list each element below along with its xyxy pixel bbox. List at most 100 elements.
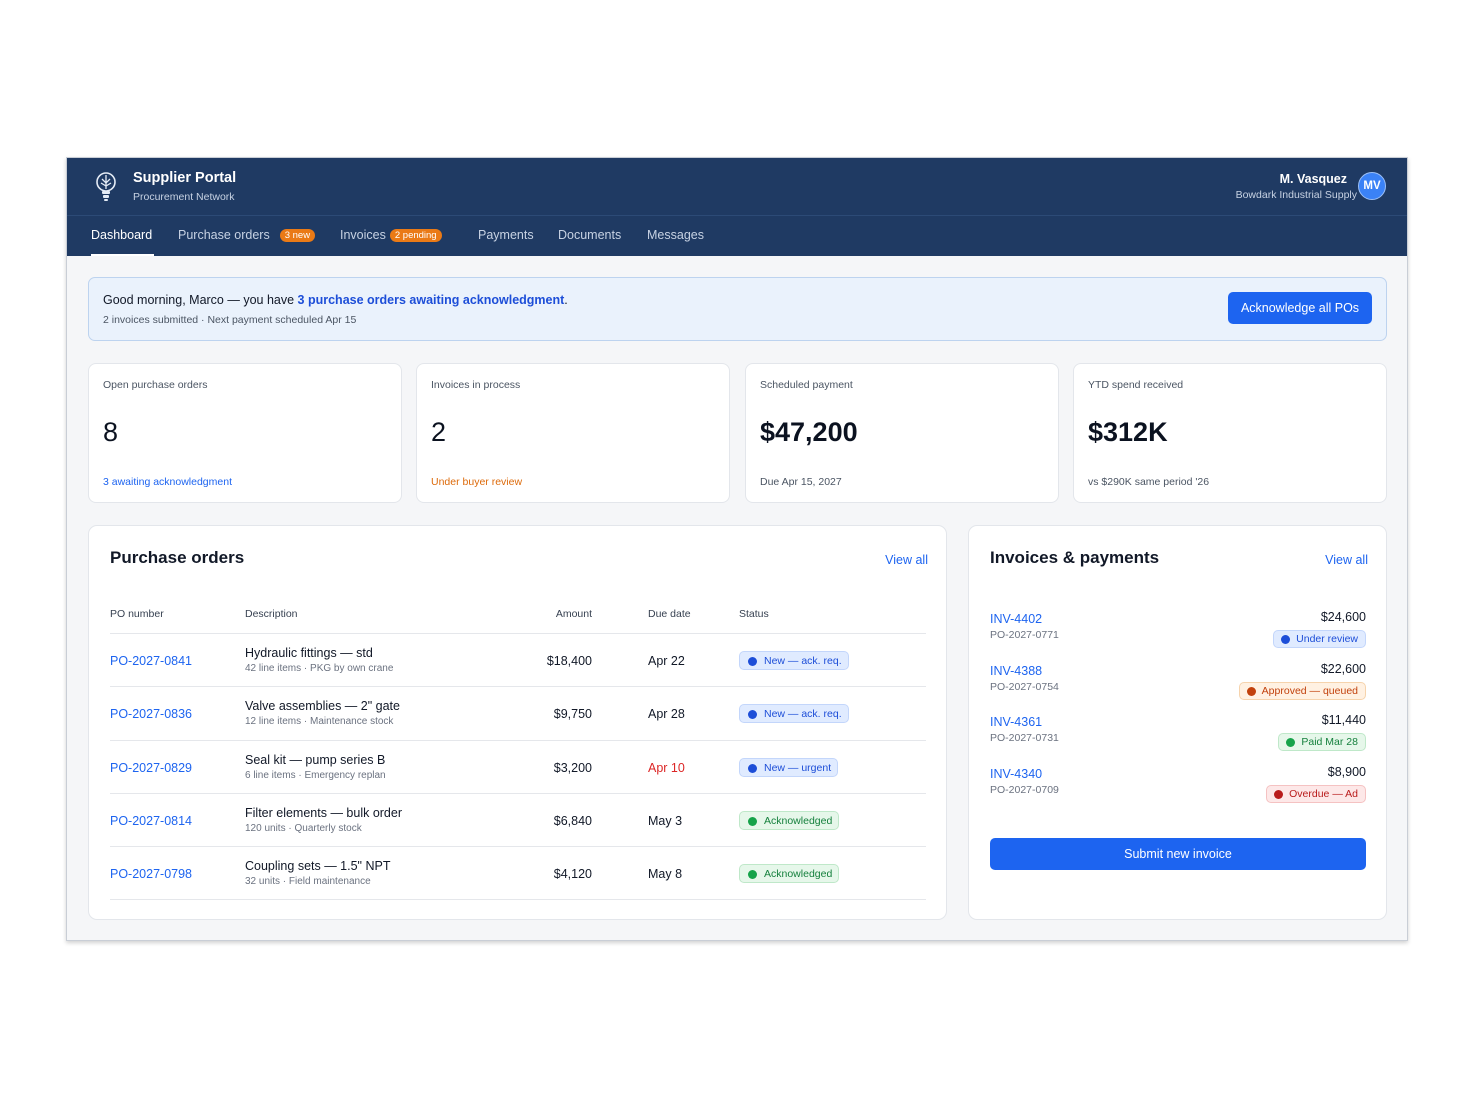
po-due-date: Apr 28 (648, 707, 685, 722)
banner-subtext: 2 invoices submitted · Next payment sche… (103, 314, 357, 326)
tab-purchase-orders[interactable]: Purchase orders 3 new (178, 228, 316, 242)
app-title: Supplier Portal (133, 170, 237, 186)
top-header: Supplier Portal Procurement Network M. V… (67, 158, 1407, 256)
status-badge: Paid Mar 28 (1278, 733, 1366, 751)
po-view-all-link[interactable]: View all (885, 553, 928, 567)
kpi-footnote: vs $290K same period '26 (1088, 476, 1210, 488)
status-badge: Acknowledged (739, 864, 840, 884)
status-text: New — urgent (764, 761, 832, 774)
po-description-detail: 42 line items · PKG by own crane (245, 663, 394, 674)
tab-payments-label: Payments (478, 228, 534, 242)
logo-icon (96, 172, 116, 201)
invoice-number-link[interactable]: INV-4402 (990, 612, 1042, 626)
invoices-badge: 2 pending (389, 229, 442, 242)
po-description: Filter elements — bulk order (245, 805, 403, 820)
kpi-footnote: Under buyer review (431, 476, 523, 488)
tab-messages[interactable]: Messages (647, 228, 704, 242)
status-dot-icon (1246, 687, 1256, 696)
po-description-detail: 120 units · Quarterly stock (245, 822, 362, 834)
col-description: Description (245, 608, 298, 620)
invoice-amount: $8,900 (1327, 765, 1366, 779)
table-row[interactable]: PO-2027-0829 Seal kit — pump series B 6 … (110, 741, 926, 794)
invoice-amount: $11,440 (1321, 713, 1366, 727)
status-badge: New — urgent (739, 757, 839, 777)
kpi-card-open-pos: Open purchase orders 8 3 awaiting acknow… (88, 363, 402, 503)
invoice-amount: $22,600 (1320, 662, 1366, 676)
po-number-link[interactable]: PO-2027-0836 (110, 707, 192, 721)
po-description-detail: 32 units · Field maintenance (245, 876, 371, 888)
status-dot-icon (1281, 635, 1291, 644)
status-dot-icon (748, 870, 757, 880)
po-number-link[interactable]: PO-2027-0814 (110, 814, 192, 828)
status-text: New — ack. req. (764, 708, 842, 721)
kpi-footnote: Due Apr 15, 2027 (760, 476, 842, 488)
app-subtitle: Procurement Network (133, 191, 235, 203)
po-number-link[interactable]: PO-2027-0829 (110, 761, 192, 775)
tab-payments[interactable]: Payments (478, 228, 534, 242)
tab-messages-label: Messages (647, 228, 704, 242)
invoice-number-link[interactable]: INV-4361 (990, 715, 1042, 729)
main-nav: Dashboard Purchase orders 3 new Invoices 2… (67, 215, 1407, 256)
list-item[interactable]: INV-4361 PO-2027-0731 $11,440 Paid Mar 2… (990, 713, 1366, 767)
user-name: M. Vasquez (1279, 172, 1347, 186)
list-item[interactable]: INV-4340 PO-2027-0709 $8,900 Overdue — A… (990, 765, 1366, 819)
invoice-number-link[interactable]: INV-4340 (990, 767, 1042, 781)
po-due-date: Apr 22 (648, 654, 685, 668)
po-description-detail: 6 line items · Emergency replan (245, 769, 386, 781)
list-item[interactable]: INV-4402 PO-2027-0771 $24,600 Under revi… (990, 610, 1366, 664)
po-description: Coupling sets — 1.5" NPT (245, 859, 391, 874)
status-dot-icon (1286, 738, 1296, 747)
po-description: Valve assemblies — 2" gate (245, 699, 400, 714)
table-row[interactable]: PO-2027-0841 Hydraulic fittings — std 42… (110, 634, 926, 688)
kpi-label: Invoices in process (431, 379, 521, 391)
kpi-footnote[interactable]: 3 awaiting acknowledgment (103, 476, 232, 488)
kpi-card-invoices: Invoices in process 2 Under buyer review (416, 363, 730, 503)
tab-dashboard[interactable]: Dashboard (91, 228, 152, 242)
app-window: Supplier Portal Procurement Network M. V… (66, 157, 1408, 941)
status-text: Acknowledged (764, 814, 833, 827)
banner-greeting: Good morning, Marco — you have (103, 293, 298, 307)
greeting-banner: Good morning, Marco — you have 3 purchas… (88, 277, 1387, 341)
po-number-link[interactable]: PO-2027-0841 (110, 654, 192, 668)
status-text: New — ack. req. (764, 655, 842, 667)
invoice-number-link[interactable]: INV-4388 (990, 664, 1042, 678)
status-badge: Overdue — Ad (1266, 785, 1366, 803)
kpi-label: Scheduled payment (760, 379, 853, 391)
list-item[interactable]: INV-4388 PO-2027-0754 $22,600 Approved —… (990, 662, 1366, 716)
po-amount: $18,400 (546, 654, 592, 668)
status-badge: New — ack. req. (739, 704, 849, 724)
tab-invoices-label: Invoices (340, 228, 386, 242)
tab-invoices[interactable]: Invoices 2 pending (340, 228, 442, 242)
invoices-title: Invoices & payments (990, 548, 1160, 567)
po-amount: $4,120 (553, 867, 592, 882)
submit-invoice-button[interactable]: Submit new invoice (990, 838, 1366, 870)
acknowledge-all-button[interactable]: Acknowledge all POs (1228, 292, 1372, 324)
po-number-link[interactable]: PO-2027-0798 (110, 867, 192, 881)
kpi-label: Open purchase orders (103, 379, 208, 391)
invoice-po-ref: PO-2027-0771 (990, 629, 1059, 641)
kpi-value: $312K (1088, 417, 1168, 447)
po-description: Hydraulic fittings — std (245, 646, 373, 660)
status-dot-icon (1274, 790, 1284, 799)
col-po-number: PO number (110, 608, 164, 620)
invoice-amount: $24,600 (1320, 610, 1366, 624)
status-dot-icon (748, 763, 757, 773)
status-badge: Under review (1273, 630, 1366, 648)
status-text: Paid Mar 28 (1301, 736, 1358, 748)
purchase-orders-badge: 3 new (279, 229, 316, 242)
col-due-date: Due date (648, 608, 691, 620)
po-table-header: PO number Description Amount Due date St… (110, 608, 926, 634)
table-row[interactable]: PO-2027-0814 Filter elements — bulk orde… (110, 794, 926, 848)
invoices-panel: Invoices & payments View all INV-4402 PO… (968, 525, 1387, 920)
invoice-po-ref: PO-2027-0709 (990, 784, 1059, 796)
purchase-orders-title: Purchase orders (110, 548, 245, 567)
table-row[interactable]: PO-2027-0798 Coupling sets — 1.5" NPT 32… (110, 847, 926, 901)
table-row[interactable]: PO-2027-0836 Valve assemblies — 2" gate … (110, 687, 926, 741)
po-due-date: May 3 (648, 813, 683, 828)
kpi-card-scheduled-payment: Scheduled payment $47,200 Due Apr 15, 20… (745, 363, 1059, 503)
avatar[interactable]: MV (1358, 172, 1386, 200)
purchase-orders-panel: Purchase orders View all PO number Descr… (88, 525, 947, 920)
invoices-view-all-link[interactable]: View all (1325, 553, 1368, 567)
banner-po-link[interactable]: 3 purchase orders awaiting acknowledgmen… (298, 293, 565, 307)
tab-documents[interactable]: Documents (558, 228, 621, 242)
